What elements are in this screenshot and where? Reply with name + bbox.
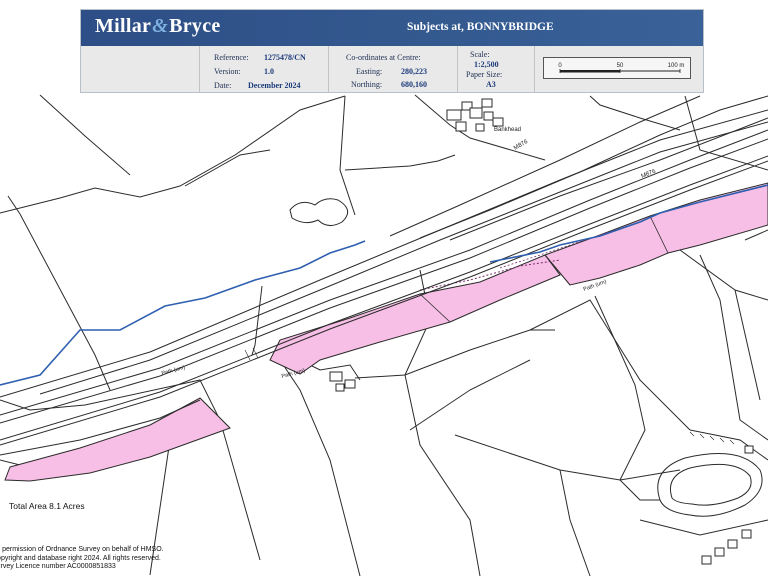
coordinates-label: Co-ordinates at Centre:	[346, 53, 421, 62]
date-value: December 2024	[248, 81, 301, 90]
version-label: Version:	[214, 67, 241, 76]
northing-value: 680,160	[401, 80, 427, 89]
header-banner: Millar&Bryce Subjects at, BONNYBRIDGE	[81, 10, 703, 46]
hatch-marks	[244, 347, 735, 445]
map-canvas[interactable]: Bankhead M876 M876 Path (um) Path (um) P…	[0, 93, 768, 576]
label-m876-b: M876	[641, 168, 658, 179]
scalebar-tick-0: 0	[558, 63, 562, 69]
total-area-label: Total Area 8.1 Acres	[9, 501, 85, 511]
scale-value: 1:2,500	[474, 60, 499, 69]
paper-size-label: Paper Size:	[466, 70, 503, 79]
motorway-corridor	[0, 95, 768, 456]
label-path-3: Path (um)	[161, 365, 186, 377]
scalebar-tick-50: 50	[617, 63, 624, 69]
label-m876-a: M876	[513, 139, 530, 152]
pond-shape	[289, 198, 349, 226]
reference-value: 1275478/CN	[264, 53, 306, 62]
coordinates-panel: Co-ordinates at Centre: Easting: 280,223…	[328, 46, 457, 93]
scale-bar: 0 50 100 m	[543, 57, 691, 79]
easting-label: Easting:	[356, 67, 383, 76]
paper-size-value: A3	[486, 80, 496, 89]
subject-title: Subjects at, BONNYBRIDGE	[407, 21, 554, 33]
loop-road	[619, 453, 768, 536]
subject-parcels[interactable]	[4, 182, 768, 482]
compass-panel: N	[81, 46, 198, 116]
copyright-line-1: By permission of Ordnance Survey on beha…	[0, 546, 164, 553]
copyright-line-3: Survey Licence number AC0000851833	[0, 563, 116, 570]
site-plan-map[interactable]: Bankhead M876 M876 Path (um) Path (um) P…	[0, 93, 768, 576]
company-logo: Millar&Bryce	[95, 15, 221, 37]
scale-panel: Scale: 1:2,500 Paper Size: A3	[457, 46, 534, 93]
copyright-notice: By permission of Ordnance Survey on beha…	[0, 546, 164, 572]
version-value: 1.0	[264, 67, 274, 76]
scalebar-tick-100: 100 m	[668, 63, 685, 69]
reference-label: Reference:	[214, 53, 249, 62]
map-header: Millar&Bryce Subjects at, BONNYBRIDGE N …	[80, 9, 704, 116]
date-label: Date:	[214, 81, 232, 90]
label-bankhead: Bankhead	[494, 127, 521, 133]
scale-label: Scale:	[470, 50, 490, 59]
copyright-line-2: Copyright and database right 2024. All r…	[0, 554, 161, 562]
northing-label: Northing:	[351, 80, 383, 89]
easting-value: 280,223	[401, 67, 427, 76]
reference-panel: Reference: 1275478/CN Version: 1.0 Date:…	[199, 46, 328, 93]
parcel-west	[4, 397, 231, 482]
